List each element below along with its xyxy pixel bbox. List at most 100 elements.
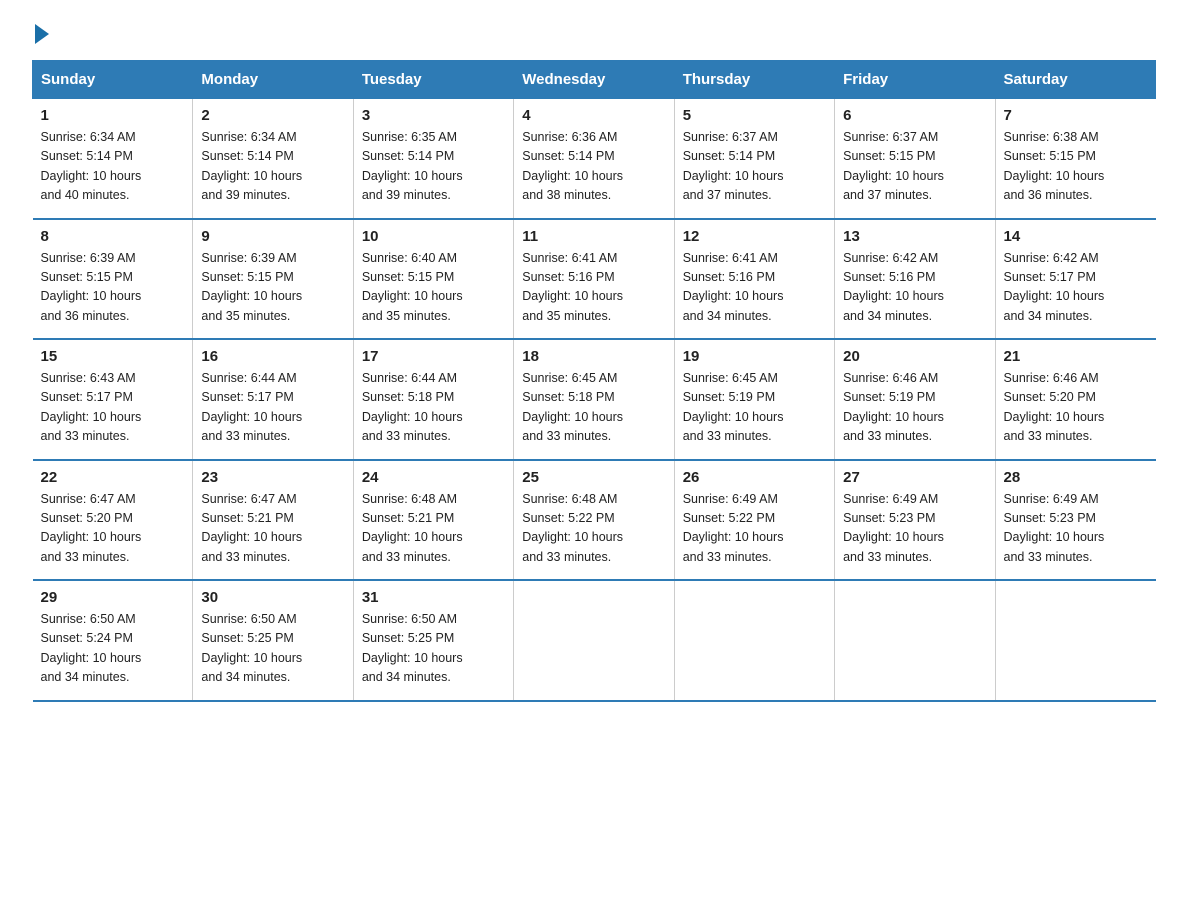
calendar-day-cell: 19 Sunrise: 6:45 AMSunset: 5:19 PMDayligh… [674,339,834,460]
calendar-week-row: 1 Sunrise: 6:34 AMSunset: 5:14 PMDaylight… [33,99,1156,219]
calendar-day-header: Monday [193,61,353,99]
day-info: Sunrise: 6:34 AMSunset: 5:14 PMDaylight:… [41,128,185,206]
calendar-day-cell: 13 Sunrise: 6:42 AMSunset: 5:16 PMDayligh… [835,219,995,340]
calendar-day-cell: 22 Sunrise: 6:47 AMSunset: 5:20 PMDayligh… [33,460,193,581]
day-info: Sunrise: 6:42 AMSunset: 5:16 PMDaylight:… [843,249,986,327]
day-number: 24 [362,469,505,486]
day-info: Sunrise: 6:34 AMSunset: 5:14 PMDaylight:… [201,128,344,206]
calendar-day-cell: 12 Sunrise: 6:41 AMSunset: 5:16 PMDayligh… [674,219,834,340]
calendar-day-cell: 2 Sunrise: 6:34 AMSunset: 5:14 PMDaylight… [193,99,353,219]
day-number: 25 [522,469,665,486]
calendar-day-header: Sunday [33,61,193,99]
day-number: 18 [522,348,665,365]
day-number: 28 [1004,469,1148,486]
day-number: 13 [843,228,986,245]
calendar-day-header: Wednesday [514,61,674,99]
day-info: Sunrise: 6:50 AMSunset: 5:25 PMDaylight:… [362,610,505,688]
calendar-body: 1 Sunrise: 6:34 AMSunset: 5:14 PMDaylight… [33,99,1156,701]
calendar-day-cell: 17 Sunrise: 6:44 AMSunset: 5:18 PMDayligh… [353,339,513,460]
day-info: Sunrise: 6:39 AMSunset: 5:15 PMDaylight:… [41,249,185,327]
day-info: Sunrise: 6:40 AMSunset: 5:15 PMDaylight:… [362,249,505,327]
day-number: 4 [522,107,665,124]
day-info: Sunrise: 6:45 AMSunset: 5:19 PMDaylight:… [683,369,826,447]
calendar-day-header: Friday [835,61,995,99]
day-number: 11 [522,228,665,245]
day-number: 1 [41,107,185,124]
day-info: Sunrise: 6:50 AMSunset: 5:25 PMDaylight:… [201,610,344,688]
calendar-day-cell [674,580,834,701]
day-number: 12 [683,228,826,245]
calendar-day-cell: 3Sunrise: 6:35 AMSunset: 5:14 PMDaylight… [353,99,513,219]
day-number: 20 [843,348,986,365]
calendar-day-cell: 1 Sunrise: 6:34 AMSunset: 5:14 PMDaylight… [33,99,193,219]
calendar-day-cell: 31 Sunrise: 6:50 AMSunset: 5:25 PMDayligh… [353,580,513,701]
day-info: Sunrise: 6:47 AMSunset: 5:20 PMDaylight:… [41,490,185,568]
calendar-day-cell: 11Sunrise: 6:41 AMSunset: 5:16 PMDayligh… [514,219,674,340]
day-number: 31 [362,589,505,606]
day-number: 14 [1004,228,1148,245]
logo-arrow-icon [35,24,49,44]
calendar-day-cell: 25 Sunrise: 6:48 AMSunset: 5:22 PMDayligh… [514,460,674,581]
day-info: Sunrise: 6:36 AMSunset: 5:14 PMDaylight:… [522,128,665,206]
day-number: 22 [41,469,185,486]
calendar-day-cell: 15Sunrise: 6:43 AMSunset: 5:17 PMDayligh… [33,339,193,460]
day-info: Sunrise: 6:48 AMSunset: 5:22 PMDaylight:… [522,490,665,568]
day-info: Sunrise: 6:44 AMSunset: 5:17 PMDaylight:… [201,369,344,447]
calendar-header-row: SundayMondayTuesdayWednesdayThursdayFrid… [33,61,1156,99]
calendar-week-row: 15Sunrise: 6:43 AMSunset: 5:17 PMDayligh… [33,339,1156,460]
calendar-day-cell: 30 Sunrise: 6:50 AMSunset: 5:25 PMDayligh… [193,580,353,701]
day-number: 10 [362,228,505,245]
page-header [32,24,1156,40]
day-number: 8 [41,228,185,245]
day-info: Sunrise: 6:49 AMSunset: 5:22 PMDaylight:… [683,490,826,568]
calendar-day-cell [835,580,995,701]
calendar-week-row: 8 Sunrise: 6:39 AMSunset: 5:15 PMDaylight… [33,219,1156,340]
calendar-day-cell: 9Sunrise: 6:39 AMSunset: 5:15 PMDaylight… [193,219,353,340]
day-info: Sunrise: 6:44 AMSunset: 5:18 PMDaylight:… [362,369,505,447]
calendar-week-row: 22 Sunrise: 6:47 AMSunset: 5:20 PMDayligh… [33,460,1156,581]
day-number: 26 [683,469,826,486]
day-info: Sunrise: 6:46 AMSunset: 5:19 PMDaylight:… [843,369,986,447]
calendar-table: SundayMondayTuesdayWednesdayThursdayFrid… [32,60,1156,702]
day-info: Sunrise: 6:37 AMSunset: 5:14 PMDaylight:… [683,128,826,206]
calendar-day-cell: 10 Sunrise: 6:40 AMSunset: 5:15 PMDayligh… [353,219,513,340]
calendar-day-cell [995,580,1155,701]
day-info: Sunrise: 6:35 AMSunset: 5:14 PMDaylight:… [362,128,505,206]
calendar-day-cell [514,580,674,701]
calendar-day-cell: 5Sunrise: 6:37 AMSunset: 5:14 PMDaylight… [674,99,834,219]
calendar-day-cell: 14 Sunrise: 6:42 AMSunset: 5:17 PMDayligh… [995,219,1155,340]
calendar-day-cell: 6Sunrise: 6:37 AMSunset: 5:15 PMDaylight… [835,99,995,219]
day-number: 2 [201,107,344,124]
calendar-day-header: Saturday [995,61,1155,99]
day-info: Sunrise: 6:47 AMSunset: 5:21 PMDaylight:… [201,490,344,568]
day-info: Sunrise: 6:48 AMSunset: 5:21 PMDaylight:… [362,490,505,568]
calendar-day-header: Thursday [674,61,834,99]
calendar-day-cell: 23 Sunrise: 6:47 AMSunset: 5:21 PMDayligh… [193,460,353,581]
calendar-day-cell: 29Sunrise: 6:50 AMSunset: 5:24 PMDayligh… [33,580,193,701]
day-number: 16 [201,348,344,365]
day-info: Sunrise: 6:42 AMSunset: 5:17 PMDaylight:… [1004,249,1148,327]
calendar-day-cell: 4 Sunrise: 6:36 AMSunset: 5:14 PMDaylight… [514,99,674,219]
day-info: Sunrise: 6:38 AMSunset: 5:15 PMDaylight:… [1004,128,1148,206]
day-number: 15 [41,348,185,365]
day-info: Sunrise: 6:39 AMSunset: 5:15 PMDaylight:… [201,249,344,327]
day-number: 19 [683,348,826,365]
day-number: 21 [1004,348,1148,365]
calendar-week-row: 29Sunrise: 6:50 AMSunset: 5:24 PMDayligh… [33,580,1156,701]
logo [32,24,49,40]
day-number: 7 [1004,107,1148,124]
day-info: Sunrise: 6:45 AMSunset: 5:18 PMDaylight:… [522,369,665,447]
calendar-day-cell: 21 Sunrise: 6:46 AMSunset: 5:20 PMDayligh… [995,339,1155,460]
day-number: 23 [201,469,344,486]
day-number: 17 [362,348,505,365]
calendar-day-cell: 16 Sunrise: 6:44 AMSunset: 5:17 PMDayligh… [193,339,353,460]
calendar-day-cell: 28 Sunrise: 6:49 AMSunset: 5:23 PMDayligh… [995,460,1155,581]
day-info: Sunrise: 6:46 AMSunset: 5:20 PMDaylight:… [1004,369,1148,447]
day-info: Sunrise: 6:41 AMSunset: 5:16 PMDaylight:… [683,249,826,327]
calendar-day-cell: 24 Sunrise: 6:48 AMSunset: 5:21 PMDayligh… [353,460,513,581]
calendar-day-cell: 27Sunrise: 6:49 AMSunset: 5:23 PMDayligh… [835,460,995,581]
day-info: Sunrise: 6:49 AMSunset: 5:23 PMDaylight:… [1004,490,1148,568]
day-number: 30 [201,589,344,606]
day-info: Sunrise: 6:37 AMSunset: 5:15 PMDaylight:… [843,128,986,206]
calendar-day-cell: 26 Sunrise: 6:49 AMSunset: 5:22 PMDayligh… [674,460,834,581]
